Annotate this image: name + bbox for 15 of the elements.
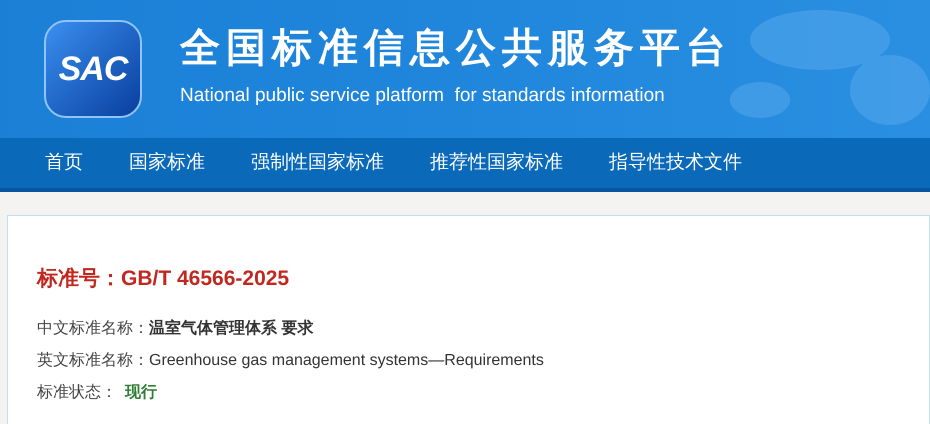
nav-link[interactable]: 首页 xyxy=(45,148,83,178)
field-label: 中文标准名称： xyxy=(37,318,149,338)
field-value: 温室气体管理体系 要求 xyxy=(149,318,314,338)
nav-link[interactable]: 指导性技术文件 xyxy=(609,148,742,178)
field-label: 标准状态： xyxy=(37,382,117,402)
site-title: 全国标准信息公共服务平台 xyxy=(180,28,732,68)
standard-number: 标准号：GB/T 46566-2025 xyxy=(37,266,290,292)
field-value: 现行 xyxy=(125,382,157,402)
site-subtitle: National public service platform for standards information xyxy=(180,84,666,108)
nav-link[interactable]: 国家标准 xyxy=(129,148,205,178)
logo-icon: SAC xyxy=(44,20,142,118)
nav-link[interactable]: 推荐性国家标准 xyxy=(430,148,563,178)
nav-link[interactable]: 强制性国家标准 xyxy=(251,148,384,178)
field-label: 英文标准名称： xyxy=(37,350,149,370)
field-value: Greenhouse gas management systems—Requirements xyxy=(149,350,544,370)
